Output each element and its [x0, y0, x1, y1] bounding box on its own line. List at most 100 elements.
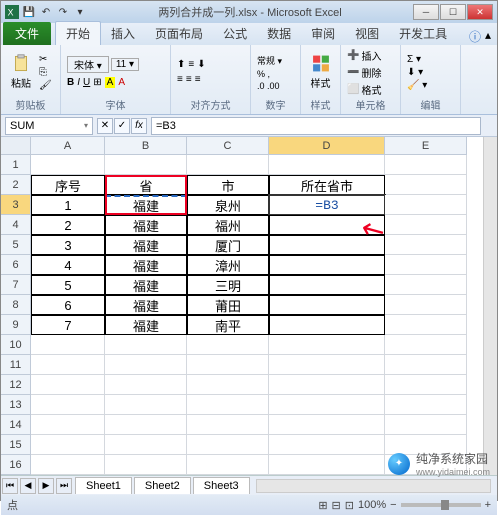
insert-cells-button[interactable]: ➕ 插入 [347, 48, 381, 63]
cell-D15[interactable] [269, 435, 385, 455]
cell-E7[interactable] [385, 275, 467, 295]
cell-A8[interactable]: 6 [31, 295, 105, 315]
cell-A15[interactable] [31, 435, 105, 455]
formula-bar[interactable]: =B3 [151, 117, 481, 135]
row-header[interactable]: 14 [1, 415, 31, 435]
cell-E2[interactable] [385, 175, 467, 195]
row-header[interactable]: 5 [1, 235, 31, 255]
column-header-d[interactable]: D [269, 137, 385, 155]
view-pagebreak-button[interactable]: ⊡ [345, 499, 354, 512]
cell-C8[interactable]: 莆田 [187, 295, 269, 315]
row-header[interactable]: 3 [1, 195, 31, 215]
cell-C7[interactable]: 三明 [187, 275, 269, 295]
cell-C12[interactable] [187, 375, 269, 395]
cell-B8[interactable]: 福建 [105, 295, 187, 315]
cell-A12[interactable] [31, 375, 105, 395]
cell-D14[interactable] [269, 415, 385, 435]
cell-C4[interactable]: 福州 [187, 215, 269, 235]
cell-D16[interactable] [269, 455, 385, 475]
cell-D10[interactable] [269, 335, 385, 355]
autosum-button[interactable]: Σ ▾ [407, 54, 427, 65]
cell-D6[interactable] [269, 255, 385, 275]
tab-formulas[interactable]: 公式 [213, 22, 257, 45]
row-header[interactable]: 12 [1, 375, 31, 395]
tab-view[interactable]: 视图 [345, 22, 389, 45]
sheet-tab-2[interactable]: Sheet2 [134, 477, 191, 494]
cell-A6[interactable]: 4 [31, 255, 105, 275]
row-header[interactable]: 4 [1, 215, 31, 235]
redo-icon[interactable]: ↷ [56, 5, 70, 19]
cell-A10[interactable] [31, 335, 105, 355]
cell-A4[interactable]: 2 [31, 215, 105, 235]
minimize-button[interactable]: ─ [413, 4, 439, 20]
qat-dropdown-icon[interactable]: ▾ [73, 5, 87, 19]
zoom-level[interactable]: 100% [358, 499, 386, 511]
align-bottom-button[interactable]: ⬇ [197, 59, 205, 70]
horizontal-scrollbar[interactable] [256, 479, 491, 493]
row-header[interactable]: 6 [1, 255, 31, 275]
ribbon-minimize-icon[interactable]: ▴ [485, 28, 491, 45]
select-all-corner[interactable] [1, 137, 31, 155]
cell-E12[interactable] [385, 375, 467, 395]
cell-D8[interactable] [269, 295, 385, 315]
zoom-slider[interactable] [401, 503, 481, 507]
row-header[interactable]: 2 [1, 175, 31, 195]
row-header[interactable]: 15 [1, 435, 31, 455]
align-left-button[interactable]: ≡ [177, 74, 183, 85]
sheet-nav-prev[interactable]: ◀ [20, 478, 36, 494]
row-header[interactable]: 16 [1, 455, 31, 475]
tab-review[interactable]: 审阅 [301, 22, 345, 45]
help-icon[interactable]: ⓘ [469, 28, 481, 45]
cell-B3[interactable]: 福建 [105, 195, 187, 215]
bold-button[interactable]: B [67, 77, 74, 88]
cell-B2[interactable]: 省 [105, 175, 187, 195]
cell-A2[interactable]: 序号 [31, 175, 105, 195]
sheet-tab-1[interactable]: Sheet1 [75, 477, 132, 494]
cell-E4[interactable] [385, 215, 467, 235]
cell-C1[interactable] [187, 155, 269, 175]
column-header-b[interactable]: B [105, 137, 187, 155]
cell-B10[interactable] [105, 335, 187, 355]
zoom-in-button[interactable]: + [485, 499, 491, 511]
tab-file[interactable]: 文件 [3, 22, 51, 45]
cell-B4[interactable]: 福建 [105, 215, 187, 235]
row-header[interactable]: 7 [1, 275, 31, 295]
cut-button[interactable]: ✂ [39, 54, 52, 65]
sheet-tab-3[interactable]: Sheet3 [193, 477, 250, 494]
cell-B14[interactable] [105, 415, 187, 435]
align-right-button[interactable]: ≡ [195, 74, 201, 85]
align-middle-button[interactable]: ≡ [188, 59, 194, 70]
cell-D13[interactable] [269, 395, 385, 415]
row-header[interactable]: 10 [1, 335, 31, 355]
cell-E14[interactable] [385, 415, 467, 435]
tab-insert[interactable]: 插入 [101, 22, 145, 45]
cell-B12[interactable] [105, 375, 187, 395]
row-header[interactable]: 8 [1, 295, 31, 315]
cell-A1[interactable] [31, 155, 105, 175]
cell-D2[interactable]: 所在省市 [269, 175, 385, 195]
cell-C11[interactable] [187, 355, 269, 375]
border-button[interactable]: ⊞ [93, 77, 101, 88]
cell-C14[interactable] [187, 415, 269, 435]
tab-home[interactable]: 开始 [55, 21, 101, 45]
sheet-nav-next[interactable]: ▶ [38, 478, 54, 494]
tab-page-layout[interactable]: 页面布局 [145, 22, 213, 45]
font-color-button[interactable]: A [118, 77, 125, 88]
column-header-e[interactable]: E [385, 137, 467, 155]
cell-B1[interactable] [105, 155, 187, 175]
cell-E8[interactable] [385, 295, 467, 315]
tab-developer[interactable]: 开发工具 [389, 22, 457, 45]
undo-icon[interactable]: ↶ [39, 5, 53, 19]
vertical-scrollbar[interactable] [483, 137, 497, 475]
cell-A14[interactable] [31, 415, 105, 435]
row-header[interactable]: 9 [1, 315, 31, 335]
cell-C3[interactable]: 泉州 [187, 195, 269, 215]
cell-A11[interactable] [31, 355, 105, 375]
format-painter-button[interactable]: 🖌 [39, 80, 52, 91]
cell-E10[interactable] [385, 335, 467, 355]
cell-C9[interactable]: 南平 [187, 315, 269, 335]
cell-B13[interactable] [105, 395, 187, 415]
sheet-nav-last[interactable]: ⏭ [56, 478, 72, 494]
cell-D4[interactable] [269, 215, 385, 235]
fx-button[interactable]: fx [131, 118, 147, 134]
